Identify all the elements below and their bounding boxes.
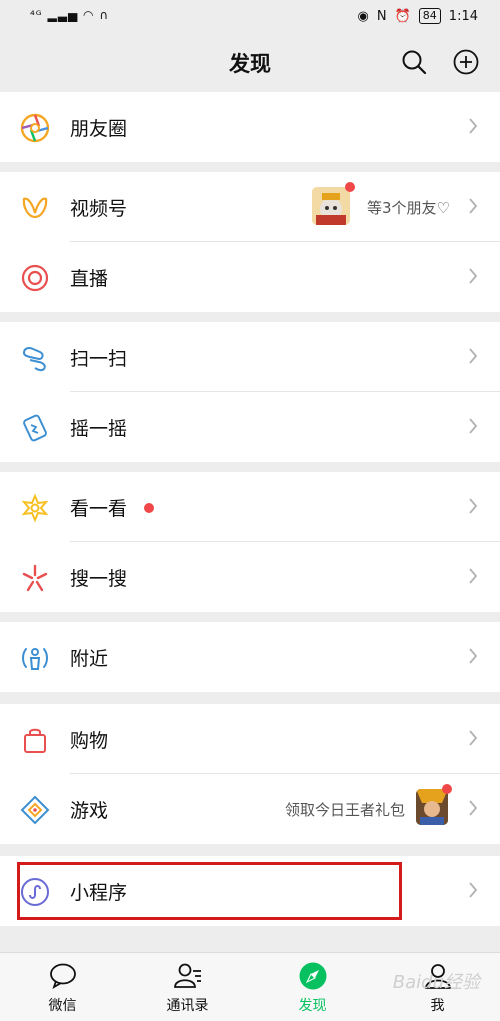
tab-chats[interactable]: 微信 (0, 953, 125, 1021)
menu-item-moments[interactable]: 朋友圈 (0, 92, 500, 162)
group-shopping: 购物 游戏 领取今日王者礼包 (0, 704, 500, 844)
nearby-label: 附近 (70, 648, 109, 670)
channels-butterfly-icon (22, 197, 48, 219)
shopping-bag-icon (24, 728, 46, 753)
contacts-icon (174, 963, 201, 988)
chat-icon (50, 963, 76, 989)
top-stories-label: 看一看 (70, 498, 128, 520)
shake-label: 摇一摇 (70, 418, 128, 440)
add-icon[interactable] (452, 48, 480, 76)
scan-label: 扫一扫 (70, 348, 128, 370)
games-diamond-icon (20, 795, 50, 825)
alarm-icon: ⏰ (394, 8, 411, 24)
menu-item-scan[interactable]: 扫一扫 (0, 322, 500, 392)
search-icon[interactable] (400, 48, 428, 76)
wifi-icon: ◠ (83, 8, 95, 22)
header: 发现 (0, 34, 500, 90)
friend-avatar-thumbnail (312, 187, 350, 225)
group-channels: 视频号 等3个朋友♡ 直播 (0, 172, 500, 312)
tab-label: 发现 (298, 998, 327, 1014)
menu-item-search[interactable]: 搜一搜 (0, 542, 500, 612)
chevron-right-icon (469, 268, 478, 284)
menu-item-channels[interactable]: 视频号 等3个朋友♡ (0, 172, 500, 242)
nearby-person-icon (22, 648, 48, 670)
battery-indicator: 84 (418, 8, 441, 24)
group-nearby: 附近 (0, 622, 500, 692)
headphones-icon: ∩ (99, 8, 110, 22)
shopping-label: 购物 (70, 730, 109, 752)
tab-label: 通讯录 (166, 998, 209, 1014)
group-moments: 朋友圈 (0, 92, 500, 162)
scan-icon (22, 347, 46, 372)
channels-label: 视频号 (70, 198, 128, 220)
watermark: Baidu经验 (392, 972, 480, 993)
chevron-right-icon (469, 348, 478, 364)
chevron-right-icon (469, 198, 478, 214)
tab-discover[interactable]: 发现 (250, 953, 375, 1021)
group-scan: 扫一扫 摇一摇 (0, 322, 500, 462)
chevron-right-icon (469, 568, 478, 584)
tab-label: 我 (430, 998, 445, 1014)
nfc-icon: N (376, 8, 387, 24)
chevron-right-icon (469, 118, 478, 134)
eye-icon: ◉ (357, 8, 369, 24)
shake-icon (23, 414, 47, 442)
games-promo-hint: 领取今日王者礼包 (284, 801, 405, 819)
tab-label: 微信 (48, 998, 77, 1014)
game-avatar-thumbnail (416, 789, 448, 825)
menu-item-shake[interactable]: 摇一摇 (0, 392, 500, 462)
clock: 1:14 (448, 8, 478, 24)
menu-item-nearby[interactable]: 附近 (0, 622, 500, 692)
menu-item-shopping[interactable]: 购物 (0, 704, 500, 774)
chevron-right-icon (469, 730, 478, 746)
menu-item-live[interactable]: 直播 (0, 242, 500, 312)
search-sparkle-icon (22, 564, 48, 592)
menu-item-top-stories[interactable]: 看一看 (0, 472, 500, 542)
status-bar: ⁴ᴳ ▂▃▅ ◠ ∩ ◉ N ⏰ 84 1:14 (0, 0, 500, 34)
games-label: 游戏 (70, 800, 109, 822)
channels-friends-hint: 等3个朋友♡ (367, 199, 450, 217)
chevron-right-icon (469, 418, 478, 434)
chevron-right-icon (469, 882, 478, 898)
top-stories-icon (21, 493, 49, 523)
moments-aperture-icon (20, 113, 50, 143)
chevron-right-icon (469, 648, 478, 664)
discover-compass-icon (299, 962, 327, 990)
group-top-stories: 看一看 搜一搜 (0, 472, 500, 612)
signal-bars-icon: ▂▃▅ (47, 8, 79, 22)
chevron-right-icon (469, 498, 478, 514)
moments-label: 朋友圈 (70, 118, 128, 140)
search-label: 搜一搜 (70, 568, 128, 590)
menu-item-games[interactable]: 游戏 领取今日王者礼包 (0, 774, 500, 844)
network-signal-text: ⁴ᴳ (30, 8, 43, 22)
tab-contacts[interactable]: 通讯录 (125, 953, 250, 1021)
live-label: 直播 (70, 268, 109, 290)
live-icon (21, 264, 49, 292)
chevron-right-icon (469, 800, 478, 816)
new-stories-badge (144, 503, 154, 513)
highlight-annotation-box (17, 862, 402, 920)
game-new-badge (442, 784, 452, 794)
signal-indicator: ⁴ᴳ ▂▃▅ ◠ ∩ (30, 8, 109, 22)
new-content-badge (345, 182, 355, 192)
